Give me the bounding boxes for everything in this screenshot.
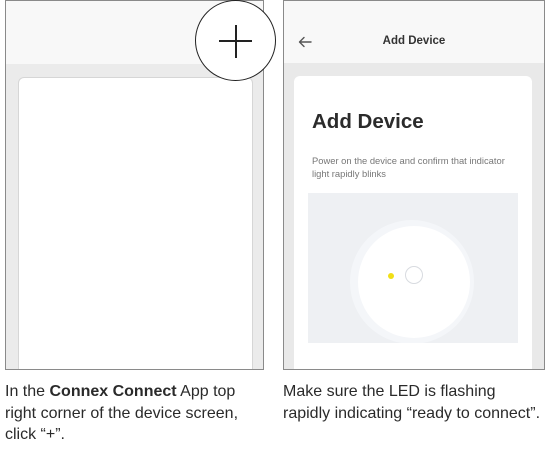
add-device-card: Add Device Power on the device and confi… [294, 76, 532, 369]
card-title: Add Device [312, 110, 424, 133]
right-caption: Make sure the LED is flashing rapidly in… [283, 383, 541, 422]
caption-prefix: In the [5, 383, 50, 400]
header-title: Add Device [382, 35, 446, 47]
plus-icon[interactable] [195, 0, 276, 81]
plus-icon-vertical [234, 25, 237, 58]
app-name: Connex Connect [49, 383, 177, 400]
app-header: Add Device [284, 1, 544, 63]
app-content-card [18, 77, 253, 369]
device-button [405, 266, 423, 284]
card-description: Power on the device and confirm that ind… [312, 155, 505, 179]
led-indicator [388, 273, 394, 279]
right-phone-screenshot: Add Device Add Device Power on the devic… [283, 0, 545, 370]
device-illustration [308, 193, 518, 343]
left-caption: In the Connex Connect App top right corn… [5, 381, 265, 446]
